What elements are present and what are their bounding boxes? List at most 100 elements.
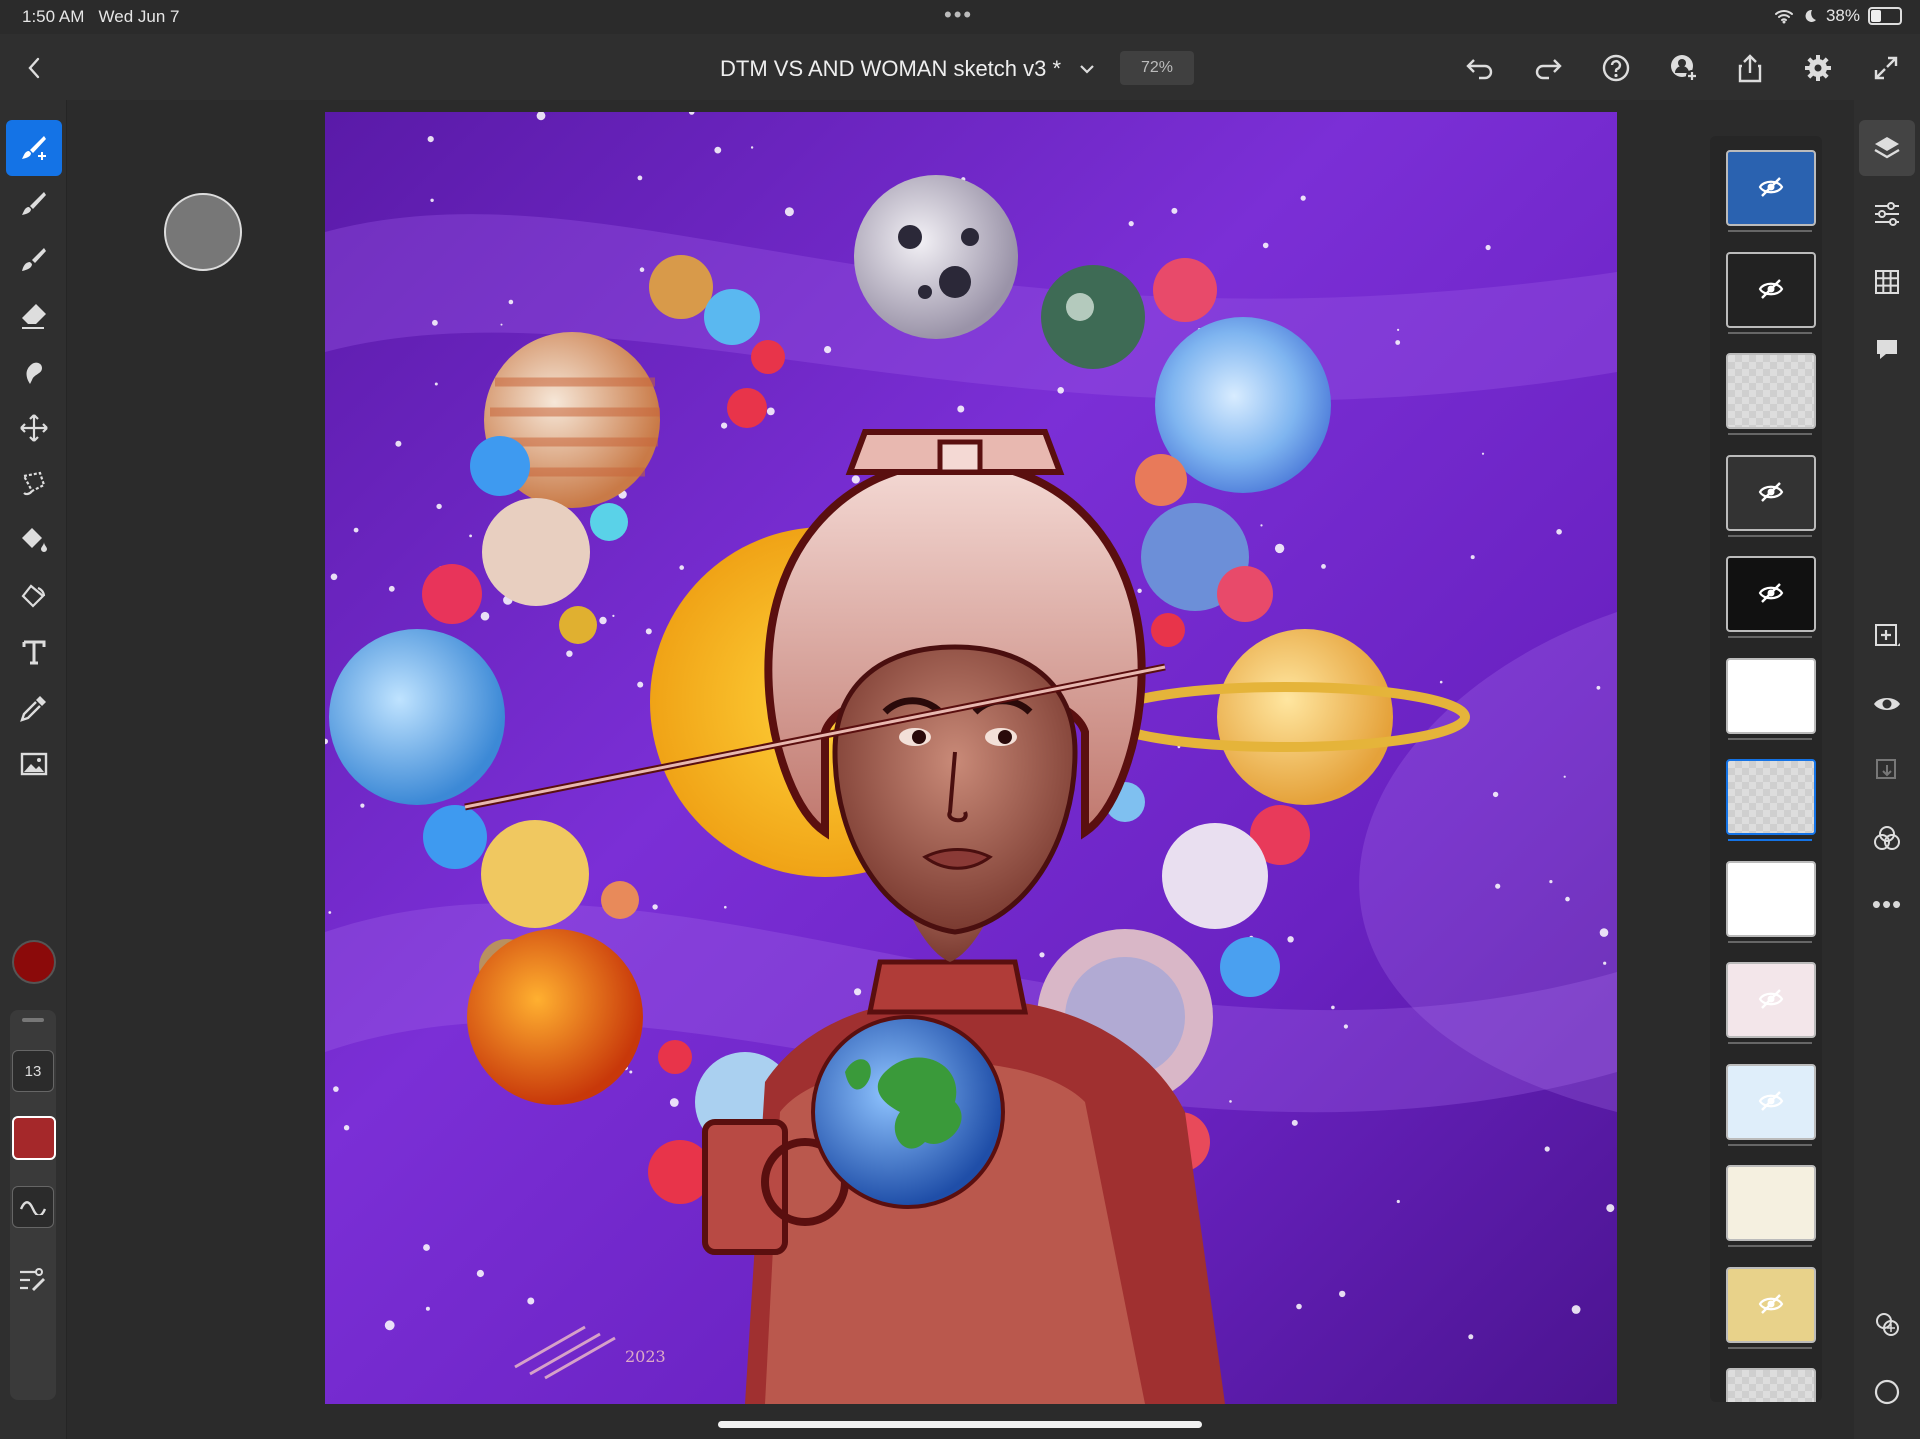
comments-button[interactable] [1859,322,1915,378]
fullscreen-button[interactable] [1868,50,1904,86]
share-button[interactable] [1732,50,1768,86]
transform-tool[interactable] [6,568,62,624]
merge-down-button[interactable] [1859,742,1915,798]
lasso-tool[interactable] [6,456,62,512]
layer-divider [1728,636,1812,638]
circle-icon [1874,1379,1900,1405]
blend-modes-button[interactable] [1859,810,1915,866]
lasso-icon [22,471,46,496]
layer-divider [1728,940,1812,943]
move-tool[interactable] [6,400,62,456]
visibility-button[interactable] [1859,676,1915,732]
layer-thumbnail[interactable] [1726,251,1816,328]
layer-thumbnail[interactable] [1726,759,1816,835]
eye-icon [1874,698,1900,710]
wifi-icon [1774,10,1793,24]
comment-icon [1877,340,1897,359]
smoothing-button[interactable] [12,1186,54,1228]
type-tool[interactable] [6,624,62,680]
undo-icon [1466,59,1493,80]
layer-thumbnail[interactable] [1726,1266,1816,1343]
layer-thumbnail[interactable] [1726,353,1816,429]
right-rail: ••• [1854,100,1920,1439]
more-button[interactable]: ••• [1859,876,1915,932]
layer-thumbnail[interactable] [1726,150,1816,226]
multitasking-dots[interactable]: ••• [944,2,973,28]
merge-down-icon [1876,759,1896,779]
brush-options-button[interactable] [12,1260,52,1300]
layers-panel [1710,136,1822,1402]
eyedropper-icon [20,696,46,722]
zoom-level[interactable]: 72% [1120,51,1194,85]
layers-icon [1874,137,1900,159]
hidden-eye-icon [1758,481,1784,502]
place-image-tool[interactable] [6,736,62,792]
transform-icon [21,584,46,608]
settings-button[interactable] [1800,50,1836,86]
brush-size-value[interactable]: 13 [12,1050,54,1092]
layer-properties-button[interactable] [1859,186,1915,242]
smudge-tool[interactable] [6,344,62,400]
redo-icon [1535,59,1562,80]
fill-tool[interactable] [6,512,62,568]
layer-thumbnail[interactable] [1726,454,1816,531]
artwork-canvas[interactable]: 2023 [325,112,1617,1404]
move-icon [20,414,48,442]
text-icon [22,640,46,665]
add-layer-button[interactable] [1859,608,1915,664]
live-brush-icon [22,248,46,271]
paint-bucket-icon [22,528,47,552]
layers-button[interactable] [1859,120,1915,176]
touch-shortcut-button[interactable] [1859,1296,1915,1352]
live-brush-tool[interactable] [6,232,62,288]
layer-divider [1728,1245,1812,1247]
back-button[interactable] [18,52,50,84]
paint-brush-tool[interactable] [6,120,62,176]
hidden-eye-icon [1758,278,1784,299]
sliders-brush-icon [20,1268,45,1291]
layer-divider [1728,534,1812,537]
layer-thumbnail[interactable] [1726,1368,1816,1402]
grid-icon [1875,270,1899,294]
wave-icon [19,1201,47,1215]
hidden-eye-icon [1758,177,1784,197]
layer-divider [1728,331,1812,334]
eyedropper-tool[interactable] [6,680,62,736]
layer-thumbnail[interactable] [1726,860,1816,937]
smudge-icon [26,362,42,384]
eraser-icon [22,304,46,329]
layer-thumbnail[interactable] [1726,556,1816,632]
panel-handle[interactable] [22,1018,44,1022]
undo-button[interactable] [1462,50,1498,86]
battery-icon [1868,7,1902,25]
document-title[interactable]: DTM VS AND WOMAN sketch v3 * [720,56,1061,82]
circle-button[interactable] [1859,1364,1915,1420]
brush-color-swatch[interactable] [12,1116,56,1160]
layer-thumbnail[interactable] [1726,1063,1816,1140]
ellipsis-icon: ••• [1871,888,1903,919]
layer-divider [1728,1042,1812,1044]
help-button[interactable] [1598,50,1634,86]
layer-thumbnail[interactable] [1726,657,1816,734]
layer-divider [1728,230,1812,232]
pixel-brush-tool[interactable] [6,176,62,232]
layer-thumbnail[interactable] [1726,1165,1816,1241]
title-dropdown-button[interactable] [1074,56,1100,82]
status-time: 1:50 AM Wed Jun 7 [22,7,180,26]
color-swatch[interactable] [12,940,56,984]
invite-button[interactable] [1666,50,1702,86]
add-layer-icon [1875,624,1900,646]
battery-percent: 38% [1825,6,1860,25]
layer-thumbnail[interactable] [1726,962,1816,1038]
eraser-tool[interactable] [6,288,62,344]
chevron-left-icon [28,57,40,79]
expand-icon [1874,56,1898,80]
left-toolbar: 13 [0,100,67,1439]
layer-divider [1728,433,1812,435]
grid-button[interactable] [1859,254,1915,310]
brush-icon [22,192,46,215]
touch-shortcut-icon [1876,1313,1899,1336]
signature-year: 2023 [625,1347,666,1366]
home-indicator[interactable] [718,1421,1202,1428]
redo-button[interactable] [1530,50,1566,86]
